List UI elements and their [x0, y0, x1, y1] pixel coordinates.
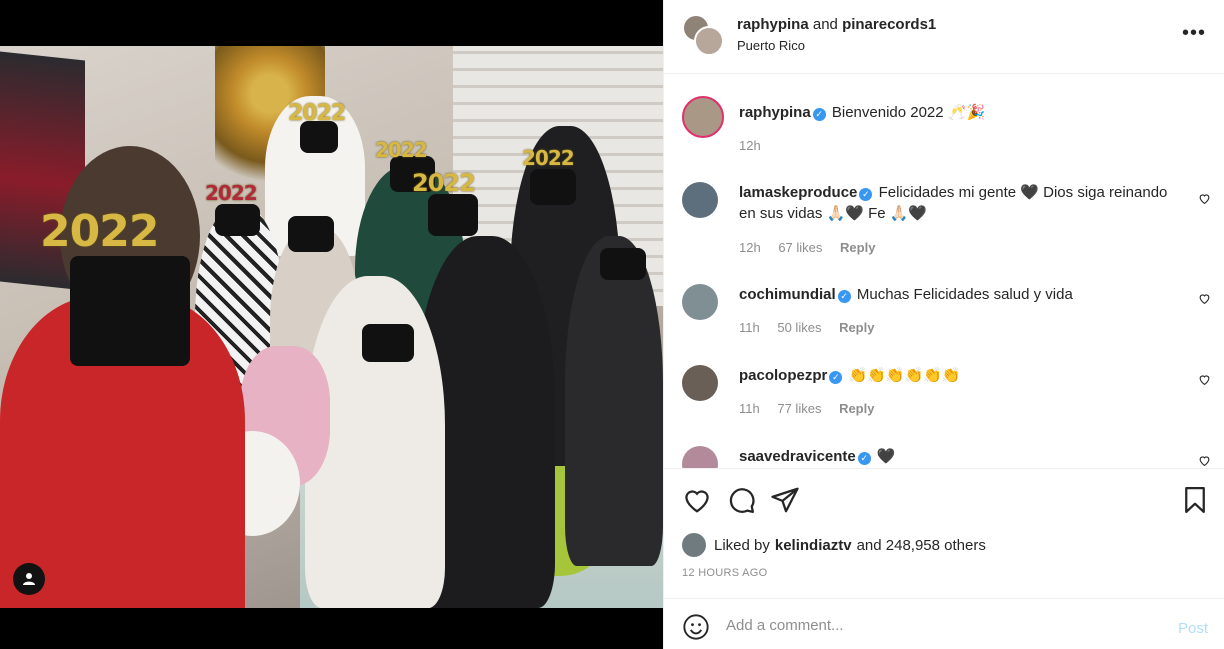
verified-badge-icon: ✓	[837, 290, 851, 303]
face-mask	[428, 194, 478, 236]
comments-list[interactable]: raphypina ✓ Bienvenido 2022 🥂🎉 12h lamask…	[664, 74, 1224, 468]
caption-meta: 12h	[739, 138, 775, 153]
reply-button[interactable]: Reply	[840, 240, 875, 255]
comment-text: lamaskeproduce ✓ Felicidades mi gente 🖤 D…	[739, 182, 1174, 224]
glasses-2022: 2022	[288, 101, 346, 126]
comment-username[interactable]: saavedravicente	[739, 448, 856, 465]
reply-button[interactable]: Reply	[839, 401, 874, 416]
post-actions: Liked by kelindiaztv and 248,958 others …	[664, 468, 1224, 598]
more-icon[interactable]: •••	[1182, 22, 1206, 45]
user-tag-button[interactable]	[13, 563, 45, 595]
likes-others[interactable]: and 248,958 others	[857, 537, 986, 554]
comment-username[interactable]: lamaskeproduce	[739, 184, 857, 201]
comment-likes[interactable]: 67 likes	[778, 240, 822, 255]
heart-icon	[1199, 456, 1210, 467]
comment-icon[interactable]	[726, 485, 756, 515]
avatar[interactable]	[682, 446, 718, 468]
face-mask	[530, 169, 576, 205]
face-mask	[600, 248, 646, 280]
comment-time: 11h	[739, 320, 760, 335]
heart-icon[interactable]	[682, 485, 712, 515]
face-mask	[215, 204, 260, 236]
face-mask	[288, 216, 334, 252]
caption-body: Bienvenido 2022 🥂🎉	[831, 104, 986, 121]
glasses-2022: 2022	[375, 138, 428, 162]
add-comment-bar: Post	[664, 598, 1224, 649]
post-authors: raphypina and pinarecords1	[737, 16, 936, 33]
like-comment-button[interactable]	[1198, 454, 1211, 468]
comment-meta: 11h 50 likes Reply	[739, 320, 888, 335]
emoji-icon[interactable]	[682, 613, 710, 641]
verified-badge-icon: ✓	[812, 108, 826, 121]
avatar[interactable]	[682, 96, 724, 138]
glasses-2022: 2022	[412, 169, 476, 197]
face-mask	[362, 324, 414, 362]
comment-text: cochimundial ✓ Muchas Felicidades salud y…	[739, 284, 1174, 305]
post-button[interactable]: Post	[1178, 620, 1208, 637]
action-icons	[682, 485, 800, 515]
liker-avatar	[682, 533, 706, 557]
heart-icon	[1199, 194, 1210, 205]
location-link[interactable]: Puerto Rico	[737, 38, 805, 53]
avatar[interactable]	[682, 365, 718, 401]
post-photo[interactable]: 2022 2022 2022 2022 2022 2022	[0, 46, 663, 608]
face-mask	[70, 256, 190, 366]
post-modal: 2022 2022 2022 2022 2022 2022 raphypina	[0, 0, 1224, 649]
comment-likes[interactable]: 50 likes	[777, 320, 821, 335]
post-media: 2022 2022 2022 2022 2022 2022	[0, 0, 663, 649]
post-time[interactable]: 12 HOURS AGO	[682, 567, 768, 579]
avatar[interactable]	[682, 284, 718, 320]
heart-icon	[1199, 294, 1210, 305]
glasses-2022: 2022	[522, 146, 575, 170]
authors-and: and	[812, 16, 838, 33]
liker-username[interactable]: kelindiaztv	[775, 537, 852, 554]
author-avatars[interactable]	[682, 14, 726, 58]
verified-badge-icon: ✓	[857, 452, 871, 465]
comment-time: 12h	[739, 240, 761, 255]
post-side-panel: raphypina and pinarecords1 Puerto Rico •…	[663, 0, 1224, 649]
author-secondary-link[interactable]: pinarecords1	[842, 16, 936, 33]
comment-meta: 11h 77 likes Reply	[739, 401, 888, 416]
comment-likes[interactable]: 77 likes	[777, 401, 821, 416]
caption-time: 12h	[739, 138, 761, 153]
comment-text: saavedravicente ✓ 🖤	[739, 446, 1174, 467]
share-icon[interactable]	[770, 485, 800, 515]
verified-badge-icon: ✓	[829, 371, 843, 384]
glasses-2022: 2022	[205, 181, 258, 205]
comment-username[interactable]: pacolopezpr	[739, 367, 827, 384]
person	[565, 236, 663, 566]
like-comment-button[interactable]	[1198, 192, 1211, 208]
caption-text: raphypina ✓ Bienvenido 2022 🥂🎉	[739, 102, 1174, 123]
heart-icon	[1199, 375, 1210, 386]
avatar	[694, 26, 724, 56]
caption-username[interactable]: raphypina	[739, 104, 811, 121]
likes-prefix: Liked by	[714, 536, 770, 554]
comment-body: 🖤	[876, 448, 896, 465]
bookmark-icon[interactable]	[1180, 485, 1210, 515]
like-comment-button[interactable]	[1198, 292, 1211, 308]
like-comment-button[interactable]	[1198, 373, 1211, 389]
glasses-2022: 2022	[40, 206, 159, 257]
verified-badge-icon: ✓	[859, 188, 873, 201]
comment-username[interactable]: cochimundial	[739, 286, 836, 303]
avatar[interactable]	[682, 182, 718, 218]
reply-button[interactable]: Reply	[839, 320, 874, 335]
comment-text: pacolopezpr ✓ 👏👏👏👏👏👏	[739, 365, 1174, 386]
comment-meta: 12h 67 likes Reply	[739, 240, 889, 255]
comment-body: Muchas Felicidades salud y vida	[856, 286, 1073, 303]
user-tag-icon	[23, 573, 35, 585]
author-primary-link[interactable]: raphypina	[737, 16, 809, 33]
comment-input[interactable]	[726, 611, 1146, 639]
post-header: raphypina and pinarecords1 Puerto Rico •…	[664, 0, 1224, 74]
likes-summary: Liked by kelindiaztv and 248,958 others	[682, 533, 986, 557]
comment-time: 11h	[739, 401, 760, 416]
comment-body: 👏👏👏👏👏👏	[848, 367, 961, 384]
